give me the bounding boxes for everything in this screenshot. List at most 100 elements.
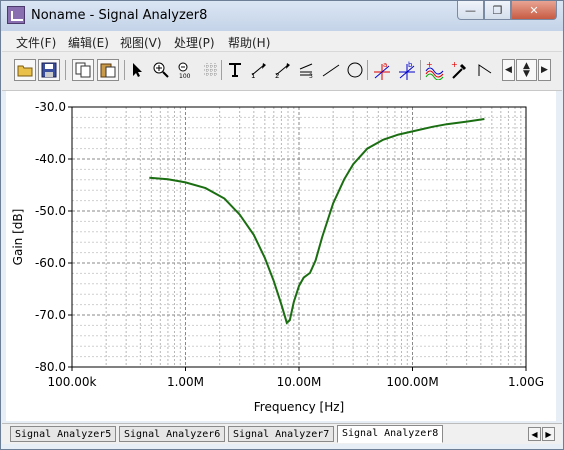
probe-icon: + [451,60,467,79]
y-tick-label: -50.0 [35,204,66,218]
menu-view[interactable]: 视图(V) [120,34,162,51]
y-tick-label: -60.0 [35,256,66,270]
x-tick-label: 1.00M [167,375,204,389]
up-down-arrow-icon: ▲ ▼ [523,61,530,79]
slope-button[interactable] [474,59,496,81]
triangle-left-icon: ◀ [531,429,538,439]
svg-text:+: + [426,60,433,69]
open-folder-icon [17,65,33,77]
chart-area[interactable]: -30.0 -40.0 -50.0 -60.0 -70.0 -80.0 100.00k 1.… [6,91,556,421]
y-tick-label: -30.0 [35,100,66,114]
waveform-icon: + [425,60,444,80]
svg-text:2: 2 [275,72,279,79]
svg-text:1: 1 [251,72,255,79]
app-window: Noname - Signal Analyzer8 — ❐ ✕ 文件(F) 编辑… [0,0,564,450]
copy-icon [75,62,91,78]
annotate-3-icon: 3 [299,63,313,79]
tab-scroll-right-button[interactable]: ▶ [542,427,555,441]
window-controls: — ❐ ✕ [457,1,557,21]
cursor-a-icon: a [374,61,390,80]
minimize-icon: — [465,3,476,17]
menu-help[interactable]: 帮助(H) [228,34,270,51]
sheet-tab-bar: Signal Analyzer5 Signal Analyzer6 Signal… [2,423,562,444]
zoom-100-icon: 100 [178,62,191,79]
cursor-b-icon: b [399,61,415,80]
svg-text:3: 3 [309,73,313,79]
maximize-button[interactable]: ❐ [484,1,511,20]
toolbar-separator [65,60,66,80]
window-title: Noname - Signal Analyzer8 [31,8,208,23]
minimize-button[interactable]: — [457,1,484,20]
slope-icon [478,64,492,76]
circle-button[interactable] [344,59,366,81]
triangle-left-icon: ◀ [505,65,512,75]
annotate-1-icon: 1 [251,63,266,79]
x-tick-label: 1.00G [508,375,544,389]
menu-bar: 文件(F) 编辑(E) 视图(V) 处理(P) 帮助(H) [2,31,562,52]
open-button[interactable] [14,59,36,81]
menu-file[interactable]: 文件(F) [16,34,56,51]
save-button[interactable] [38,59,60,81]
triangle-right-icon: ▶ [541,65,548,75]
x-tick-label: 10.00M [277,375,322,389]
toolbar-scroll-left-button[interactable]: ◀ [502,59,515,81]
tab-signal-analyzer8[interactable]: Signal Analyzer8 [337,425,444,443]
save-icon [41,62,57,78]
cursor-b-button[interactable]: b [396,59,418,81]
zoom-100-button[interactable]: 100 [174,59,196,81]
paste-button[interactable] [97,59,119,81]
toolbar-scroll-right-button[interactable]: ▶ [538,59,551,81]
y-axis-ticks: -30.0 -40.0 -50.0 -60.0 -70.0 -80.0 [35,100,72,374]
tab-signal-analyzer7[interactable]: Signal Analyzer7 [228,426,335,442]
restore-icon: ❐ [492,3,503,17]
zoom-in-button[interactable] [150,59,172,81]
menu-process[interactable]: 处理(P) [174,34,215,51]
toolbar-scroll-updown-button[interactable]: ▲ ▼ [516,59,537,81]
triangle-right-icon: ▶ [545,429,552,439]
app-icon [7,6,25,24]
annotate-2-button[interactable]: 2 [272,59,294,81]
grid-button[interactable] [200,59,222,81]
text-icon [229,63,241,77]
cursor-a-button[interactable]: a [371,59,393,81]
menu-edit[interactable]: 编辑(E) [68,34,109,51]
circle-icon [347,62,363,78]
y-tick-label: -40.0 [35,152,66,166]
y-tick-label: -80.0 [35,360,66,374]
pointer-icon [133,63,142,77]
line-button[interactable] [320,59,342,81]
copy-button[interactable] [72,59,94,81]
y-axis-label: Gain [dB] [11,209,25,266]
svg-text:a: a [383,61,387,69]
x-axis-ticks: 100.00k 1.00M 10.00M 100.00M 1.00G [48,367,544,389]
toolbar-separator [367,60,368,80]
paste-icon [100,63,116,78]
svg-text:100: 100 [179,73,191,79]
toolbar-separator [221,60,222,80]
close-button[interactable]: ✕ [511,1,557,20]
tab-scroll-left-button[interactable]: ◀ [528,427,541,441]
waveform-button[interactable]: + [424,59,446,81]
annotate-1-button[interactable]: 1 [248,59,270,81]
toolbar-separator [124,60,125,80]
x-tick-label: 100.00M [386,375,438,389]
title-bar[interactable]: Noname - Signal Analyzer8 — ❐ ✕ [1,1,563,31]
x-tick-label: 100.00k [48,375,97,389]
tab-signal-analyzer5[interactable]: Signal Analyzer5 [10,426,117,442]
annotate-2-icon: 2 [275,63,290,79]
svg-text:+: + [451,60,458,69]
svg-text:b: b [408,61,413,69]
grid-icon [204,63,218,77]
annotate-3-button[interactable]: 3 [296,59,318,81]
text-button[interactable] [224,59,246,81]
gain-frequency-plot[interactable]: -30.0 -40.0 -50.0 -60.0 -70.0 -80.0 100.00k 1.… [6,91,556,421]
pointer-button[interactable] [126,59,148,81]
zoom-in-icon [153,62,169,78]
y-tick-label: -70.0 [35,308,66,322]
line-icon [322,64,340,77]
close-icon: ✕ [529,3,539,17]
tab-signal-analyzer6[interactable]: Signal Analyzer6 [119,426,226,442]
probe-button[interactable]: + [449,59,471,81]
toolbar-separator [420,60,421,80]
toolbar: 100 1 2 3 a b + + ◀ ▲ ▼ ▶ [2,52,562,91]
